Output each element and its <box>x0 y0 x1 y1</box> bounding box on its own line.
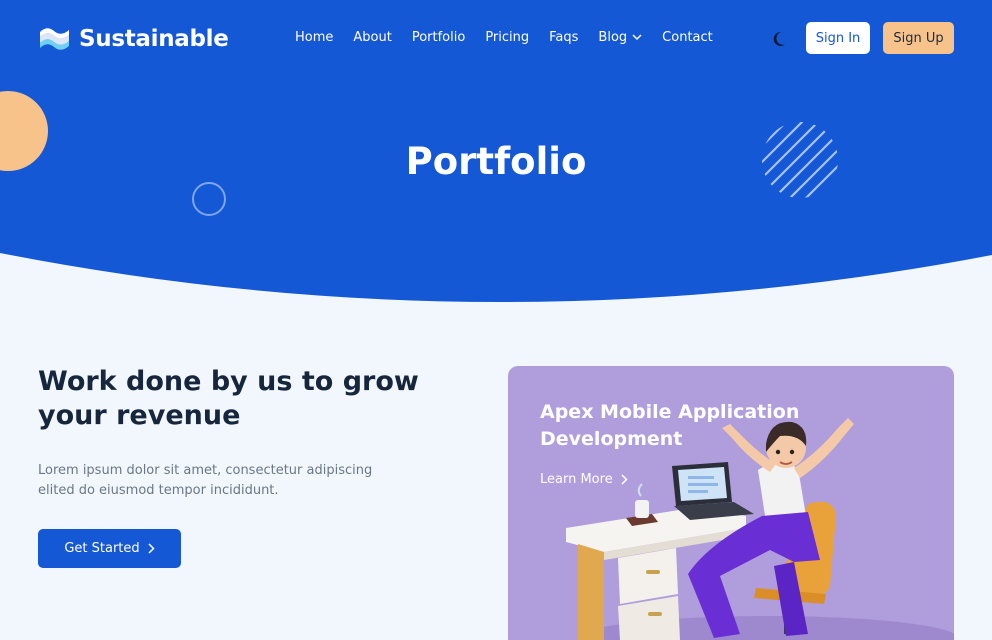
main-nav: Home About Portfolio Pricing Faqs Blog C… <box>295 30 713 45</box>
nav-faqs[interactable]: Faqs <box>549 30 578 45</box>
chevron-right-icon <box>148 543 155 554</box>
get-started-button[interactable]: Get Started <box>38 529 181 568</box>
page-title: Portfolio <box>405 140 587 183</box>
portfolio-card[interactable]: Apex Mobile Application Development Lear… <box>508 366 954 640</box>
get-started-label: Get Started <box>64 541 140 556</box>
logo-icon <box>40 28 69 50</box>
nav-about[interactable]: About <box>353 30 391 45</box>
brand-logo[interactable]: Sustainable <box>38 24 229 54</box>
sign-up-button[interactable]: Sign Up <box>883 22 954 54</box>
section-description: Lorem ipsum dolor sit amet, consectetur … <box>38 463 373 498</box>
brand-name: Sustainable <box>79 26 229 52</box>
learn-more-link[interactable]: Learn More <box>540 472 628 487</box>
nav-portfolio[interactable]: Portfolio <box>412 30 465 45</box>
card-title: Apex Mobile Application Development <box>540 401 800 450</box>
nav-blog-label: Blog <box>598 30 628 45</box>
chevron-right-icon <box>621 474 628 485</box>
chevron-down-icon <box>632 34 642 41</box>
learn-more-label: Learn More <box>540 472 613 487</box>
moon-icon[interactable] <box>772 29 792 49</box>
section-heading: Work done by us to grow your revenue <box>38 366 419 431</box>
site-header: Sustainable Home About Portfolio Pricing… <box>0 0 992 78</box>
nav-blog[interactable]: Blog <box>598 30 642 45</box>
nav-contact[interactable]: Contact <box>662 30 713 45</box>
nav-home[interactable]: Home <box>295 30 333 45</box>
nav-pricing[interactable]: Pricing <box>485 30 529 45</box>
sign-in-button[interactable]: Sign In <box>806 22 870 54</box>
